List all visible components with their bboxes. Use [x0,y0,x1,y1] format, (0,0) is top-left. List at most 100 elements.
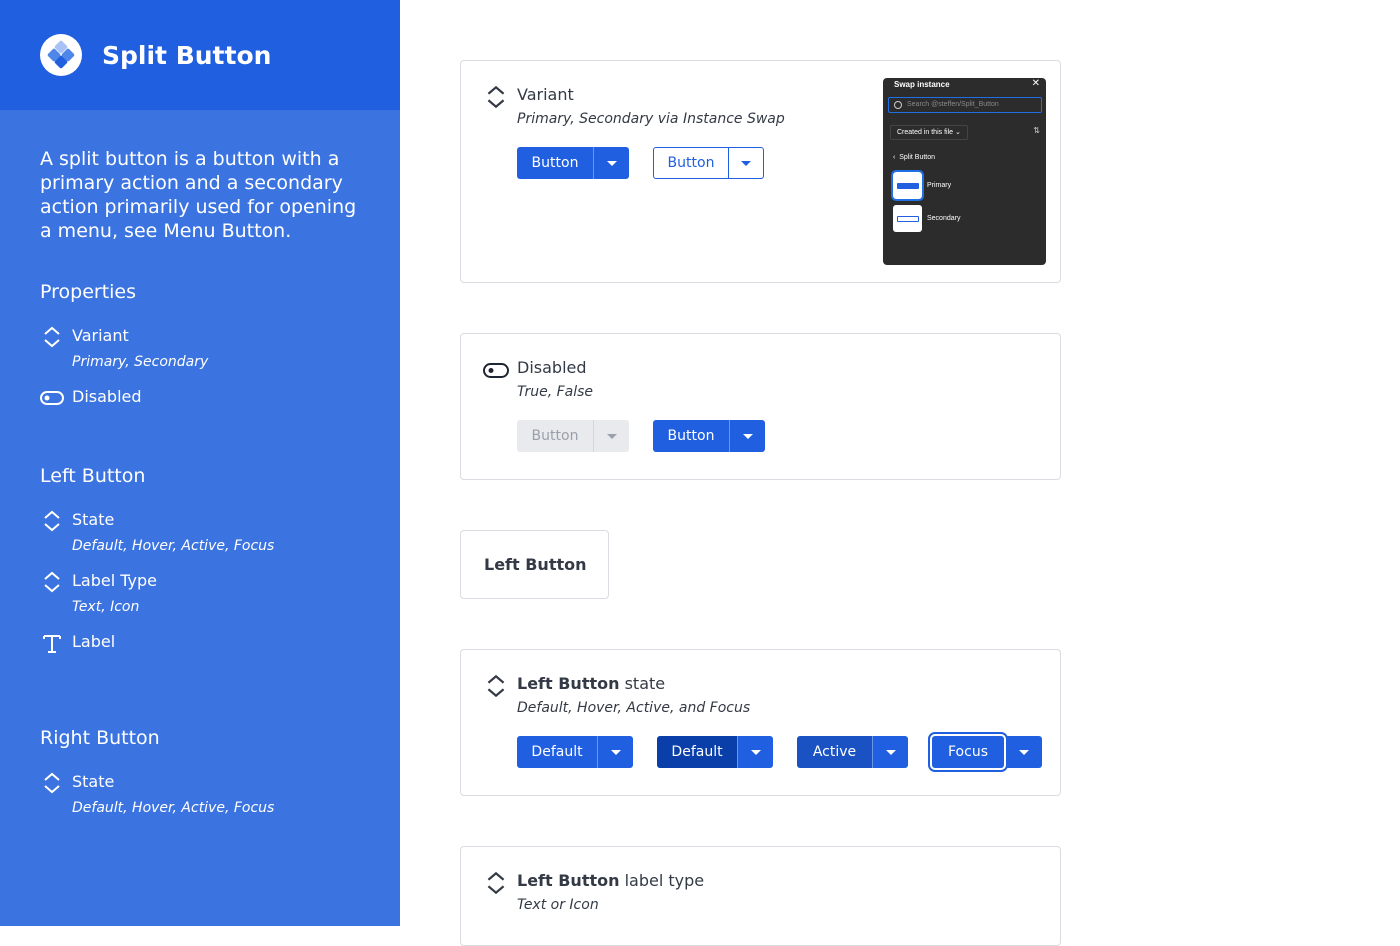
property-label: Label [40,631,115,655]
split-button-dropdown[interactable] [597,736,633,768]
caret-down-icon [741,160,751,166]
state-card: Left Button state Default, Hover, Active… [460,649,1061,796]
title-bold: Left Button [517,674,620,693]
split-button-dropdown[interactable] [728,147,764,179]
split-button-hover: Default [657,736,773,768]
chevron-up-down-icon [44,772,60,794]
split-button-left[interactable]: Active [797,736,872,768]
property-name: Disabled [72,387,142,406]
adjust-icon[interactable]: ⇅ [1033,126,1040,135]
split-button-focus: Focus [928,732,1042,772]
property-name: State [72,510,115,529]
swap-instance-panel: Swap instance ✕ Search @steffen/Split_Bu… [883,78,1046,265]
property-name: Label Type [72,571,157,590]
property-name: State [72,772,115,791]
property-values: Default, Hover, Active, Focus [72,800,275,816]
search-placeholder: Search @steffen/Split_Button [907,101,999,108]
property-left-state: State Default, Hover, Active, Focus [40,509,274,554]
chevron-up-down-icon [44,326,60,348]
card-header: Left Button label type Text or Icon [483,869,704,913]
card-header: Disabled True, False [483,356,593,400]
card-title: Variant [517,85,574,104]
caret-down-icon [606,433,617,439]
page-title: Split Button [102,40,272,70]
back-link[interactable]: ‹ Split Button [893,154,935,161]
swap-item-secondary[interactable]: Secondary [893,205,960,232]
caret-down-icon [742,433,753,439]
library-filter-dropdown[interactable]: Created in this file ⌄ [890,125,968,140]
card-values: Primary, Secondary via Instance Swap [517,111,785,127]
close-icon[interactable]: ✕ [1032,78,1040,89]
property-disabled: Disabled [40,386,142,410]
chevron-up-down-icon [44,510,60,532]
search-icon [894,101,902,109]
split-button-left[interactable]: Focus [928,732,1008,772]
split-button-default: Default [517,736,633,768]
variant-card: Variant Primary, Secondary via Instance … [460,60,1061,283]
card-title: Disabled [517,358,587,377]
split-button-left[interactable]: Button [517,147,593,179]
property-variant: Variant Primary, Secondary [40,325,208,370]
split-button-secondary: Button [653,147,764,179]
split-button-left[interactable]: Button [653,420,729,452]
split-button-dropdown[interactable] [729,420,765,452]
title-bold: Left Button [517,871,620,890]
toggle-icon [40,391,64,405]
caret-down-icon [610,749,621,755]
property-right-state: State Default, Hover, Active, Focus [40,771,274,816]
split-button-dropdown[interactable] [1006,736,1042,768]
sidebar: Split Button A split button is a button … [0,0,400,926]
toggle-icon [483,363,509,378]
card-header: Variant Primary, Secondary via Instance … [483,83,785,127]
title-rest: state [619,674,666,693]
split-button-dropdown[interactable] [872,736,908,768]
card-values: Default, Hover, Active, and Focus [517,700,751,716]
property-label-type: Label Type Text, Icon [40,570,157,615]
title-rest: label type [619,871,705,890]
caret-down-icon [606,160,617,166]
property-values: Primary, Secondary [72,354,209,370]
split-button-left: Button [517,420,593,452]
caret-down-icon [885,749,896,755]
swap-search-input[interactable]: Search @steffen/Split_Button [888,97,1042,113]
swap-item-primary[interactable]: Primary [891,170,952,201]
swap-item-label: Primary [927,182,952,189]
split-button-left[interactable]: Default [517,736,597,768]
property-name: Label [72,632,116,651]
split-button-dropdown[interactable] [737,736,773,768]
property-values: Text, Icon [72,599,140,615]
split-button-left[interactable]: Default [657,736,737,768]
thumbnail [891,170,924,201]
left-button-title-card: Left Button [460,530,609,599]
chevron-up-down-icon [487,85,505,109]
card-title: Left Button state [517,672,750,696]
right-button-heading: Right Button [40,727,160,749]
disabled-card: Disabled True, False Button Button [460,333,1061,480]
caret-down-icon [1019,749,1029,755]
component-logo-icon [40,34,82,76]
sidebar-header: Split Button [0,0,400,110]
component-description: A split button is a button with a primar… [40,148,357,242]
back-label: Split Button [899,154,936,161]
split-button-dropdown [593,420,629,452]
section-title: Left Button [484,555,587,574]
split-button-active: Active [797,736,908,768]
card-title: Left Button label type [517,869,704,893]
card-values: Text or Icon [517,897,599,913]
chevron-up-down-icon [44,571,60,593]
left-button-heading: Left Button [40,465,146,487]
chevron-up-down-icon [487,674,505,698]
chevron-up-down-icon [487,871,505,895]
split-button-disabled: Button [517,420,629,452]
card-values: True, False [517,384,594,400]
property-name: Variant [72,326,129,345]
card-header: Left Button state Default, Hover, Active… [483,672,750,716]
property-values: Default, Hover, Active, Focus [72,538,275,554]
swap-panel-title: Swap instance [894,80,950,89]
split-button-dropdown[interactable] [593,147,629,179]
label-type-card: Left Button label type Text or Icon [460,846,1061,946]
text-icon [43,635,61,653]
filter-label: Created in this file [897,129,954,136]
split-button-left[interactable]: Button [653,147,729,179]
caret-down-icon [750,749,761,755]
